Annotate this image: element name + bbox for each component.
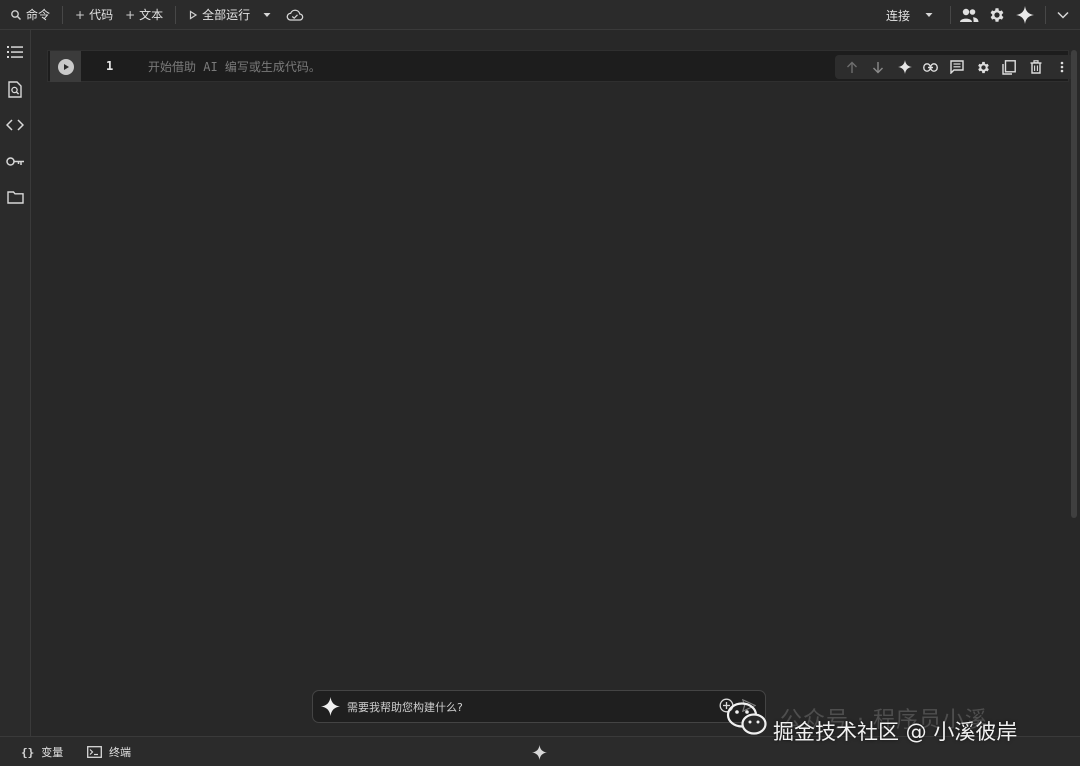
move-down-icon xyxy=(873,61,884,73)
toolbar-divider xyxy=(950,6,951,24)
delete-icon xyxy=(1030,60,1042,74)
chevron-down-icon xyxy=(1057,11,1069,19)
connect-runtime-button[interactable]: 连接 xyxy=(880,4,916,26)
cell-toolbar xyxy=(835,55,1075,79)
add-text-label: 文本 xyxy=(139,8,164,22)
settings-button[interactable] xyxy=(983,4,1011,26)
run-cell-button[interactable] xyxy=(50,51,81,82)
add-code-label: 代码 xyxy=(89,8,114,22)
run-all-label: 全部运行 xyxy=(202,8,251,22)
run-all-dropdown[interactable] xyxy=(256,4,278,26)
mirror-cell-button[interactable] xyxy=(996,56,1022,78)
terminal-button[interactable]: 终端 xyxy=(87,744,131,760)
move-cell-down-button[interactable] xyxy=(865,56,891,78)
delete-cell-button[interactable] xyxy=(1023,56,1049,78)
collapse-header-button[interactable] xyxy=(1052,4,1074,26)
gear-icon xyxy=(990,8,1004,22)
notebook-scrollbar[interactable] xyxy=(1071,50,1077,518)
caret-down-icon xyxy=(925,13,933,17)
variables-label: 变量 xyxy=(41,746,64,759)
move-cell-up-button[interactable] xyxy=(839,56,865,78)
toolbar-divider xyxy=(1045,6,1046,24)
files-button[interactable] xyxy=(4,186,26,208)
line-number: 1 xyxy=(106,59,114,73)
find-in-page-icon xyxy=(8,80,22,98)
terminal-icon xyxy=(87,746,102,758)
connect-options-dropdown[interactable] xyxy=(918,4,940,26)
terminal-label: 终端 xyxy=(109,746,131,759)
add-comment-button[interactable] xyxy=(944,56,970,78)
add-code-cell-button[interactable]: + 代码 xyxy=(69,4,119,26)
gemini-spark-icon xyxy=(321,697,340,716)
drive-sync-button[interactable] xyxy=(284,4,306,26)
share-people-button[interactable] xyxy=(955,4,983,26)
command-palette-button[interactable]: 命令 xyxy=(4,4,56,26)
gear-icon xyxy=(977,61,989,73)
left-sidebar-rail xyxy=(0,30,31,736)
comment-icon xyxy=(950,60,964,74)
people-icon xyxy=(960,8,979,22)
run-all-button[interactable]: 全部运行 xyxy=(182,4,256,26)
gemini-spark-icon xyxy=(897,60,912,74)
toolbar-right: 连接 xyxy=(880,0,1080,30)
toolbar-divider xyxy=(62,5,64,24)
run-circle xyxy=(57,58,74,75)
cell-settings-button[interactable] xyxy=(970,56,996,78)
gemini-cell-button[interactable] xyxy=(891,56,917,78)
gemini-spark-icon[interactable] xyxy=(532,745,547,760)
add-text-cell-button[interactable]: + 文本 xyxy=(119,4,169,26)
variables-braces-icon: {} xyxy=(21,745,35,759)
plus-icon: + xyxy=(125,7,136,22)
ai-prompt-input[interactable] xyxy=(345,691,709,724)
find-replace-button[interactable] xyxy=(4,78,26,100)
plus-icon: + xyxy=(75,7,86,22)
play-icon xyxy=(63,63,69,70)
link-icon xyxy=(923,62,939,72)
top-toolbar: 命令 + 代码 + 文本 全部运行 连接 xyxy=(0,0,1080,30)
secrets-key-icon xyxy=(5,156,24,166)
move-up-icon xyxy=(847,61,858,73)
mirror-cell-icon xyxy=(1002,59,1017,75)
toolbar-divider xyxy=(175,5,177,24)
variables-button[interactable]: {} 变量 xyxy=(21,744,63,760)
connect-label: 连接 xyxy=(885,8,910,23)
wechat-logo-icon xyxy=(726,702,767,735)
search-icon xyxy=(11,9,22,20)
table-of-contents-icon xyxy=(7,46,23,58)
table-of-contents-button[interactable] xyxy=(4,41,26,63)
caret-down-icon xyxy=(263,12,271,17)
code-snippets-button[interactable] xyxy=(4,114,26,136)
code-snippets-icon xyxy=(6,119,24,131)
files-folder-icon xyxy=(6,191,24,204)
gemini-button[interactable] xyxy=(1011,4,1039,26)
code-cell[interactable]: 1 xyxy=(47,50,1075,83)
play-icon xyxy=(190,9,198,20)
command-label: 命令 xyxy=(26,8,51,22)
more-vert-icon xyxy=(1060,61,1064,73)
secrets-button[interactable] xyxy=(4,150,26,172)
copy-link-button[interactable] xyxy=(918,56,944,78)
gemini-spark-icon xyxy=(1016,6,1034,24)
notebook-area: 1 xyxy=(31,30,1080,736)
watermark-foreground-text: 掘金技术社区 @ 小溪彼岸 xyxy=(773,720,1018,744)
code-editor-input[interactable] xyxy=(146,51,750,83)
ai-prompt-bar xyxy=(312,690,766,724)
cloud-icon xyxy=(286,9,304,21)
colab-notebook-app: 命令 + 代码 + 文本 全部运行 连接 1 开始借助 AI 编写或生成代码。 … xyxy=(0,0,1080,766)
